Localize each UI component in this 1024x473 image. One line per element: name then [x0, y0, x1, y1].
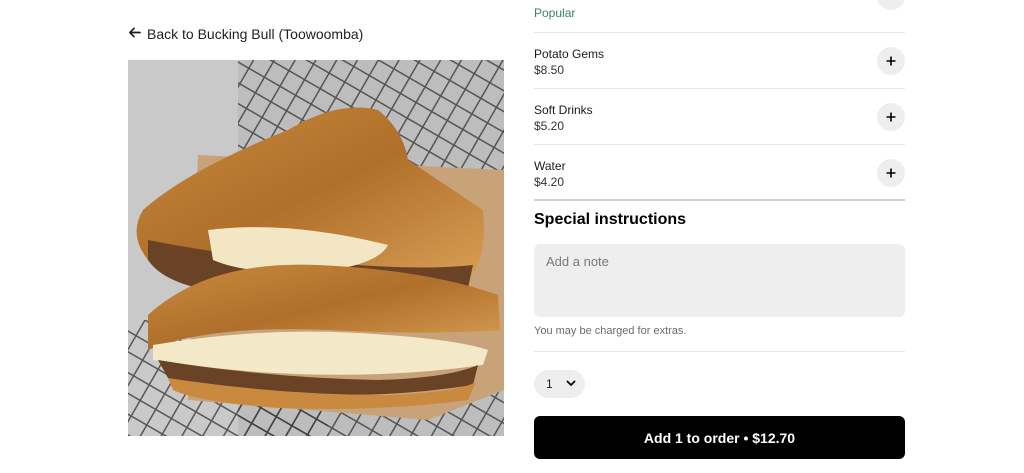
extras-charge-note: You may be charged for extras. — [534, 325, 687, 337]
arrow-left-icon — [128, 26, 141, 42]
add-to-order-button[interactable]: Add 1 to order • $12.70 — [534, 416, 905, 459]
option-price: $4.20 — [534, 175, 565, 189]
option-row-soft-drinks: Soft Drinks $5.20 — [534, 89, 905, 145]
plus-icon — [886, 56, 896, 66]
back-link-label: Back to Bucking Bull (Toowoomba) — [147, 26, 364, 42]
add-water-button[interactable] — [877, 159, 905, 187]
option-price: $5.20 — [534, 119, 565, 133]
add-potato-gems-button[interactable] — [877, 47, 905, 75]
add-option-button-partial[interactable] — [877, 0, 905, 10]
back-link[interactable]: Back to Bucking Bull (Toowoomba) — [128, 24, 363, 44]
plus-icon — [886, 112, 896, 122]
chevron-down-icon — [566, 377, 576, 391]
add-soft-drinks-button[interactable] — [877, 103, 905, 131]
option-row-water: Water $4.20 — [534, 145, 905, 201]
option-price: $8.50 — [534, 63, 565, 77]
option-name: Potato Gems — [534, 47, 605, 61]
product-image — [128, 60, 504, 436]
popular-badge: Popular — [534, 6, 576, 20]
quantity-value: 1 — [546, 377, 553, 391]
quantity-select[interactable]: 1 — [534, 370, 585, 398]
option-row-potato-gems: Potato Gems $8.50 — [534, 33, 905, 89]
special-instructions-input[interactable] — [534, 244, 905, 317]
option-name: Water — [534, 159, 566, 173]
plus-icon — [886, 168, 896, 178]
divider — [534, 351, 905, 352]
special-instructions-title: Special instructions — [534, 211, 687, 228]
option-name: Soft Drinks — [534, 103, 593, 117]
section-divider — [534, 199, 905, 201]
